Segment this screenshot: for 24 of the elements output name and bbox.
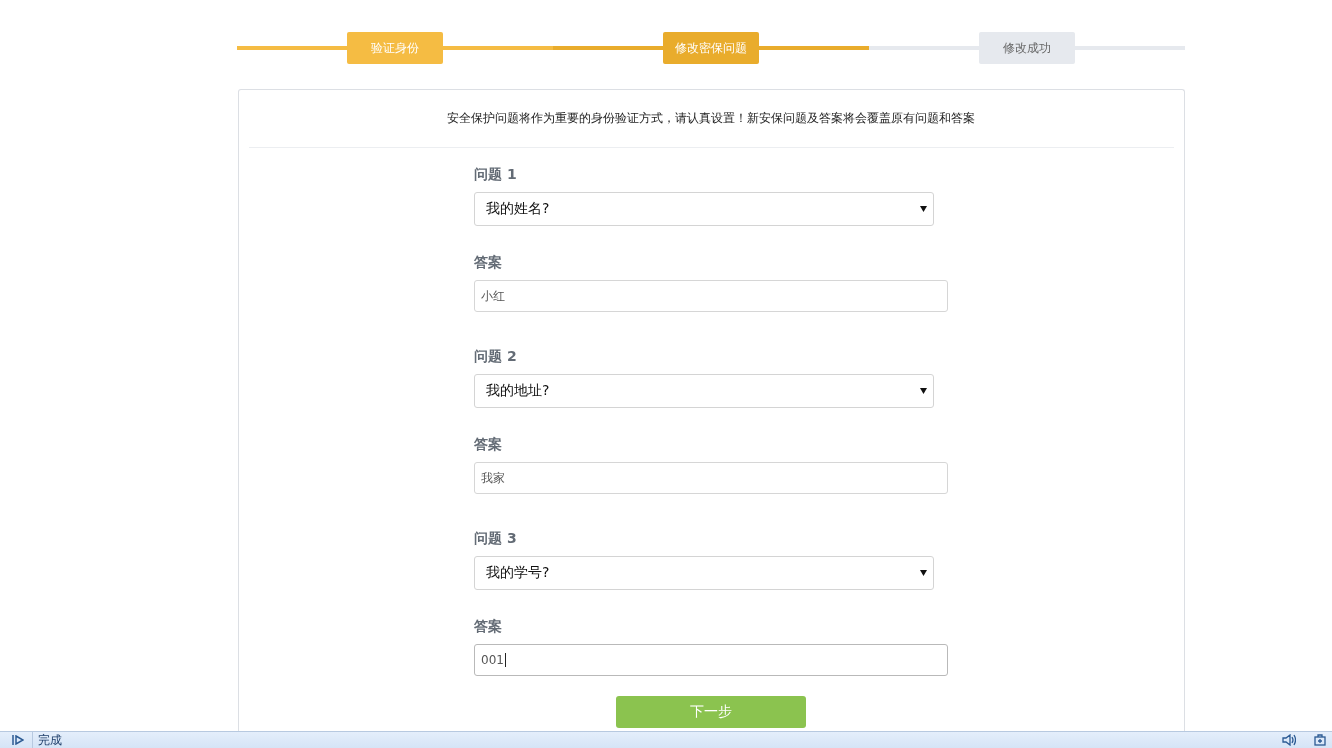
notice-text: 安全保护问题将作为重要的身份验证方式，请认真设置！新安保问题及答案将会覆盖原有问题和答案: [248, 90, 1174, 148]
speaker-icon[interactable]: [1282, 734, 1296, 746]
caret-icon: [920, 206, 927, 212]
answer-label: 答案: [474, 618, 502, 636]
answer-label: 答案: [474, 436, 502, 454]
caret-icon: [920, 388, 927, 394]
question-select[interactable]: 我的地址?: [474, 374, 934, 408]
answer-field[interactable]: 小红: [474, 280, 948, 312]
text-cursor: [504, 653, 506, 667]
answer-field[interactable]: 001: [474, 644, 948, 676]
status-text: 完成: [32, 731, 62, 748]
step-label: 验证身份: [346, 32, 443, 64]
window-icon[interactable]: [1314, 734, 1326, 746]
answer-field[interactable]: 我家: [474, 462, 948, 494]
question-label: 问题 1: [474, 166, 517, 184]
question-label: 问题 2: [474, 348, 517, 366]
step-label: 修改密保问题: [663, 32, 759, 64]
step-label: 修改成功: [979, 32, 1076, 64]
answer-label: 答案: [474, 254, 502, 272]
play-icon[interactable]: [12, 735, 24, 745]
question-label: 问题 3: [474, 530, 517, 548]
caret-icon: [920, 570, 927, 576]
question-select[interactable]: 我的学号?: [474, 556, 934, 590]
question-select[interactable]: 我的姓名?: [474, 192, 934, 226]
